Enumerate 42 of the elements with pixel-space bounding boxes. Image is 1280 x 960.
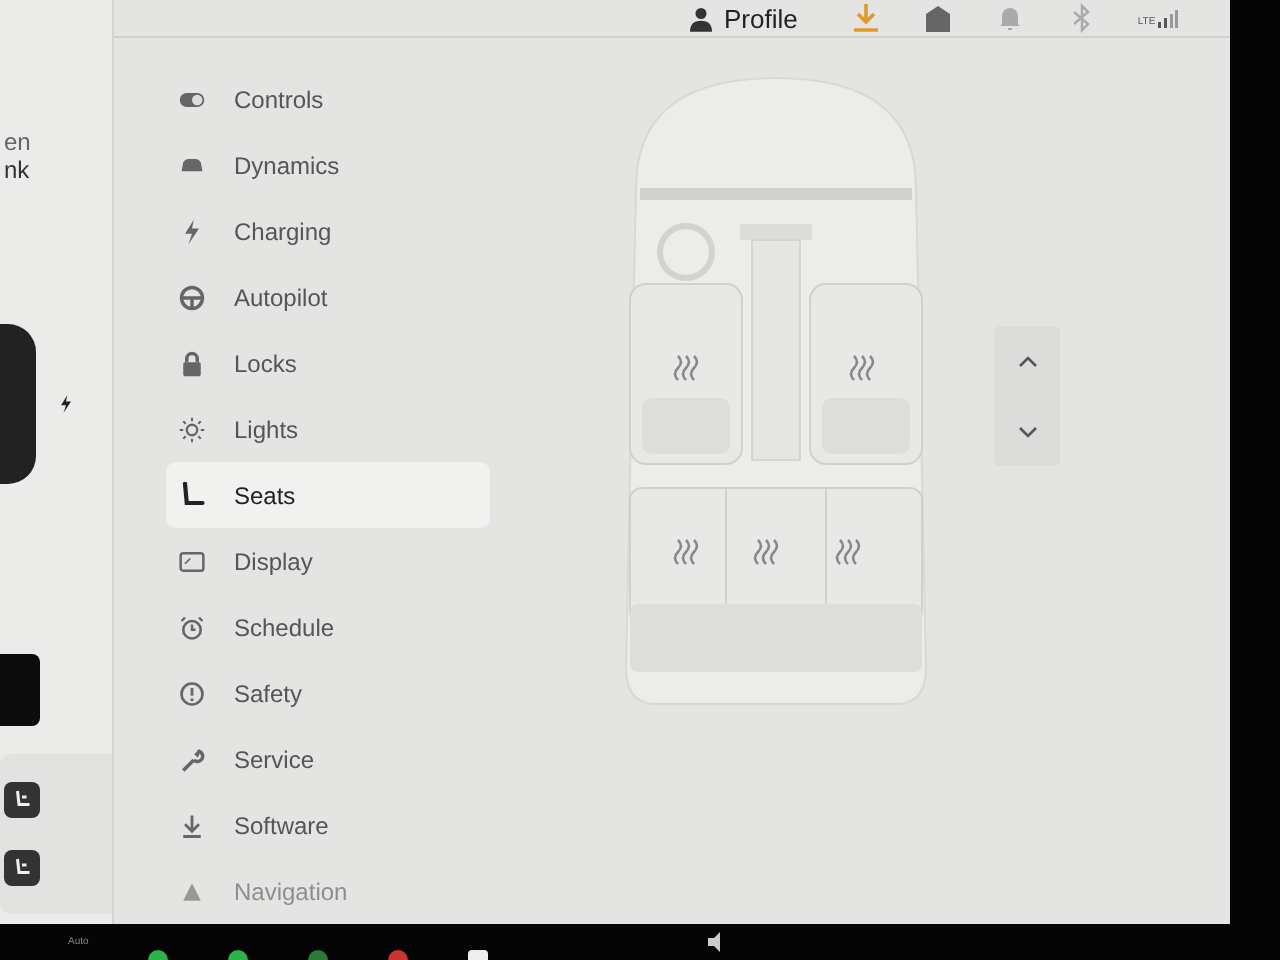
status-text: nk bbox=[4, 156, 32, 184]
menu-item[interactable]: Locks bbox=[166, 330, 490, 396]
seat-icon bbox=[10, 856, 34, 880]
sun-icon bbox=[178, 415, 206, 443]
menu-item[interactable]: Dynamics bbox=[166, 132, 490, 198]
lock-icon bbox=[178, 349, 206, 377]
chevron-up-icon bbox=[1017, 355, 1037, 367]
seat-heater-icon[interactable] bbox=[849, 354, 875, 382]
profile-button[interactable]: Profile bbox=[690, 3, 798, 33]
seat-heater-icon[interactable] bbox=[835, 538, 861, 566]
menu-item[interactable]: Safety bbox=[166, 660, 490, 726]
menu-item[interactable]: Service bbox=[166, 726, 490, 792]
seat-icon bbox=[178, 481, 206, 509]
menu-item[interactable]: Display bbox=[166, 528, 490, 594]
seat-button[interactable] bbox=[4, 850, 40, 886]
alarm-clock-icon bbox=[178, 613, 206, 641]
download-icon bbox=[178, 811, 206, 839]
person-icon bbox=[690, 5, 712, 31]
menu-item[interactable]: Controls bbox=[166, 66, 490, 132]
garage-icon[interactable] bbox=[921, 2, 954, 34]
menu-item[interactable]: Lights bbox=[166, 396, 490, 462]
wrench-icon bbox=[178, 745, 206, 773]
app-icon[interactable] bbox=[468, 950, 489, 960]
menu-item[interactable]: Software bbox=[166, 792, 490, 858]
seat-button[interactable] bbox=[4, 782, 40, 818]
signal-icon bbox=[1157, 8, 1178, 28]
app-icon[interactable] bbox=[148, 950, 169, 960]
menu-item[interactable]: Autopilot bbox=[166, 264, 490, 330]
exclamation-circle-icon bbox=[178, 679, 206, 707]
seat-heater-icon[interactable] bbox=[673, 538, 699, 566]
menu-item[interactable]: Charging bbox=[166, 198, 490, 264]
menu-item[interactable]: Seats bbox=[166, 462, 490, 528]
seat-icon bbox=[10, 788, 34, 812]
status-text: en bbox=[4, 128, 33, 156]
steering-wheel-icon bbox=[178, 283, 206, 311]
menu-item[interactable]: Schedule bbox=[166, 594, 490, 660]
chevron-down-icon bbox=[1017, 425, 1037, 437]
seat-heater-icon[interactable] bbox=[673, 354, 699, 382]
display-icon bbox=[178, 547, 206, 575]
seat-heater-icon[interactable] bbox=[753, 538, 779, 566]
app-icon[interactable] bbox=[228, 950, 249, 960]
download-icon[interactable] bbox=[849, 2, 882, 34]
